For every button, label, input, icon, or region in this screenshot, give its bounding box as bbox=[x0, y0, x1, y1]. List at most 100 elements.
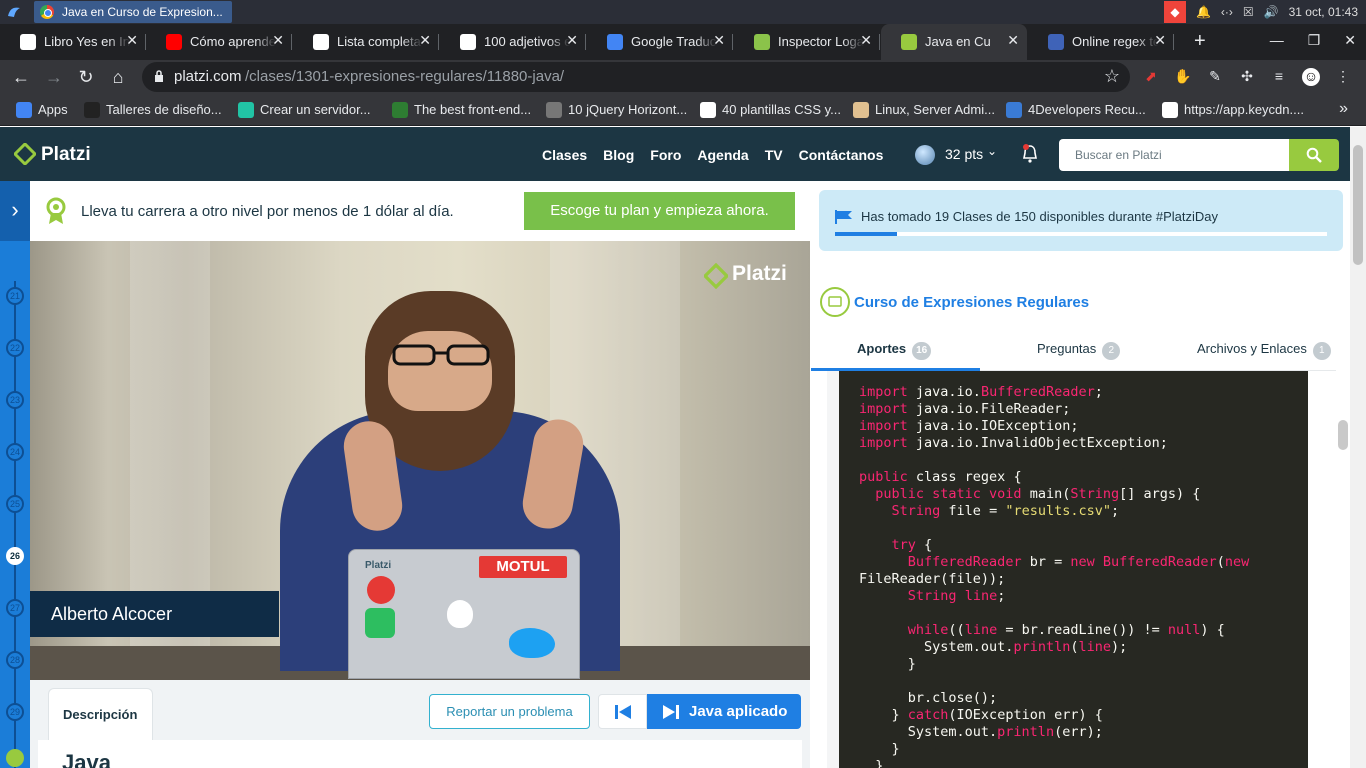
bookmark-star-icon[interactable]: ☆ bbox=[1104, 66, 1120, 87]
code-token: (IOException err) { bbox=[948, 707, 1103, 723]
minimize-icon[interactable]: — bbox=[1270, 32, 1284, 49]
points-label[interactable]: 32 pts bbox=[945, 146, 983, 162]
bookmark-item[interactable]: 4Developers Recu... bbox=[1006, 102, 1146, 118]
report-problem-button[interactable]: Reportar un problema bbox=[429, 694, 590, 729]
bookmark-item[interactable]: 40 plantillas CSS y... bbox=[700, 102, 841, 118]
browser-tab[interactable]: Libro Yes en In ✕ bbox=[0, 24, 146, 60]
class-number-dot[interactable]: 25 bbox=[6, 495, 24, 513]
browser-tab[interactable]: 100 adjetivos e ✕ bbox=[440, 24, 586, 60]
bookmark-item[interactable]: Talleres de diseño... bbox=[84, 102, 222, 118]
nav-item[interactable]: Foro bbox=[650, 147, 681, 163]
anydesk-icon[interactable]: ◆ bbox=[1163, 1, 1186, 23]
choose-plan-button[interactable]: Escoge tu plan y empieza ahora. bbox=[524, 192, 795, 230]
new-tab-button[interactable]: + bbox=[1194, 30, 1214, 52]
nav-item[interactable]: Clases bbox=[542, 147, 587, 163]
browser-tab[interactable]: Cómo aprende ✕ bbox=[146, 24, 292, 60]
close-tray-icon[interactable]: ☒ bbox=[1243, 5, 1254, 19]
media-queue-icon[interactable]: ≡ bbox=[1270, 68, 1288, 86]
bookmark-item[interactable]: Apps bbox=[16, 102, 68, 118]
close-window-icon[interactable]: ✕ bbox=[1344, 32, 1356, 49]
reload-icon[interactable]: ↻ bbox=[75, 66, 97, 88]
class-number-dot[interactable]: 24 bbox=[6, 443, 24, 461]
page-scrollbar[interactable] bbox=[1350, 127, 1366, 768]
volume-icon[interactable]: 🔊 bbox=[1264, 5, 1279, 19]
tab-title: 100 adjetivos e bbox=[484, 34, 570, 49]
tab-separator bbox=[879, 34, 880, 50]
tab-close-icon[interactable]: ✕ bbox=[419, 32, 431, 49]
previous-class-button[interactable] bbox=[598, 694, 647, 729]
rail-expand-button[interactable]: › bbox=[0, 181, 30, 241]
panel-scrollbar-thumb[interactable] bbox=[1338, 420, 1348, 450]
bookmark-item[interactable]: Linux, Server Admi... bbox=[853, 102, 995, 118]
bookmark-item[interactable]: https://app.keycdn.... bbox=[1162, 102, 1304, 118]
back-icon[interactable]: ← bbox=[10, 66, 32, 88]
tab-archivos[interactable]: Archivos y Enlaces 1 bbox=[1197, 341, 1331, 360]
code-block[interactable]: import java.io.BufferedReader; import jav… bbox=[839, 371, 1308, 768]
bookmark-item[interactable]: Crear un servidor... bbox=[238, 102, 371, 118]
next-class-button[interactable]: Java aplicado bbox=[647, 694, 801, 729]
platzi-logo-text[interactable]: Platzi bbox=[41, 144, 91, 166]
profile-avatar[interactable]: ☺ bbox=[1302, 68, 1320, 86]
class-number-dot[interactable]: 23 bbox=[6, 391, 24, 409]
browser-tab[interactable]: Google Traduc ✕ bbox=[587, 24, 733, 60]
eyedropper-extension-icon[interactable]: ✎ bbox=[1206, 68, 1224, 86]
code-line: FileReader(file)); bbox=[859, 571, 1308, 588]
home-icon[interactable]: ⌂ bbox=[107, 66, 129, 88]
panel-scrollbar[interactable] bbox=[1336, 370, 1350, 768]
tab-close-icon[interactable]: ✕ bbox=[566, 32, 578, 49]
chrome-menu-icon[interactable]: ⋮ bbox=[1334, 68, 1352, 86]
network-icon[interactable]: ‹·› bbox=[1221, 5, 1233, 19]
tab-descripcion[interactable]: Descripción bbox=[48, 688, 153, 740]
browser-tab[interactable]: Inspector Loga ✕ bbox=[734, 24, 880, 60]
class-number-dot[interactable]: 28 bbox=[6, 651, 24, 669]
browser-tab[interactable]: Java en Cu ✕ bbox=[881, 24, 1027, 60]
tab-close-icon[interactable]: ✕ bbox=[860, 32, 872, 49]
nav-item[interactable]: Agenda bbox=[697, 147, 748, 163]
tab-preguntas[interactable]: Preguntas 2 bbox=[1037, 341, 1121, 360]
course-title[interactable]: Curso de Expresiones Regulares bbox=[854, 294, 1089, 311]
bookmark-item[interactable]: The best front-end... bbox=[392, 102, 531, 118]
bookmarks-more-icon[interactable]: » bbox=[1339, 100, 1348, 118]
globe-icon[interactable] bbox=[915, 145, 935, 165]
class-number-dot[interactable]: 22 bbox=[6, 339, 24, 357]
browser-tab[interactable]: Lista completa ✕ bbox=[293, 24, 439, 60]
browser-toolbar: ← → ↻ ⌂ platzi.com /clases/1301-expresio… bbox=[0, 60, 1366, 94]
page-scrollbar-thumb[interactable] bbox=[1353, 145, 1363, 265]
notifications-bell-icon[interactable] bbox=[1021, 144, 1039, 164]
class-number-dot[interactable]: 26 bbox=[6, 547, 24, 565]
puzzle-extensions-icon[interactable]: ✣ bbox=[1238, 68, 1256, 86]
forward-icon[interactable]: → bbox=[43, 66, 65, 88]
nav-item[interactable]: Blog bbox=[603, 147, 634, 163]
tab-close-icon[interactable]: ✕ bbox=[713, 32, 725, 49]
bookmark-item[interactable]: 10 jQuery Horizont... bbox=[546, 102, 687, 118]
os-menu-icon[interactable] bbox=[6, 4, 22, 20]
hand-extension-icon[interactable]: ✋ bbox=[1174, 68, 1192, 86]
class-number-dot[interactable]: 21 bbox=[6, 287, 24, 305]
tab-aportes[interactable]: Aportes 16 bbox=[857, 341, 932, 360]
tab-close-icon[interactable]: ✕ bbox=[1007, 32, 1019, 49]
browser-tab[interactable]: Online regex te ✕ bbox=[1028, 24, 1174, 60]
class-number-dot[interactable]: 29 bbox=[6, 703, 24, 721]
chevron-down-icon[interactable]: ⌄ bbox=[987, 144, 997, 158]
tab-close-icon[interactable]: ✕ bbox=[272, 32, 284, 49]
promo-text: Lleva tu carrera a otro nivel por menos … bbox=[81, 203, 454, 220]
search-button[interactable] bbox=[1289, 139, 1339, 171]
class-number-dot[interactable]: 27 bbox=[6, 599, 24, 617]
maximize-icon[interactable]: ❐ bbox=[1308, 32, 1321, 49]
bell-icon[interactable]: 🔔 bbox=[1196, 5, 1211, 19]
os-taskbar-window[interactable]: Java en Curso de Expresion... bbox=[34, 1, 232, 23]
platzi-logo-icon[interactable] bbox=[14, 143, 36, 165]
video-player[interactable]: Platzi MOTUL Platzi Alberto Alcocer bbox=[30, 241, 810, 680]
code-token: ; bbox=[1094, 384, 1103, 400]
nav-item[interactable]: Contáctanos bbox=[799, 147, 884, 163]
address-bar[interactable]: platzi.com /clases/1301-expresiones-regu… bbox=[142, 62, 1130, 92]
nav-item[interactable]: TV bbox=[765, 147, 783, 163]
tab-close-icon[interactable]: ✕ bbox=[126, 32, 138, 49]
clock[interactable]: 31 oct, 01:43 bbox=[1289, 5, 1358, 19]
rail-bottom-icon[interactable] bbox=[6, 749, 24, 767]
search-input[interactable]: Buscar en Platzi bbox=[1059, 139, 1289, 171]
class-list-rail: › 21 22 23 24 25 26 27 28 29 bbox=[0, 181, 30, 768]
pdf-extension-icon[interactable]: ⬈ bbox=[1142, 68, 1160, 86]
tab-close-icon[interactable]: ✕ bbox=[1154, 32, 1166, 49]
